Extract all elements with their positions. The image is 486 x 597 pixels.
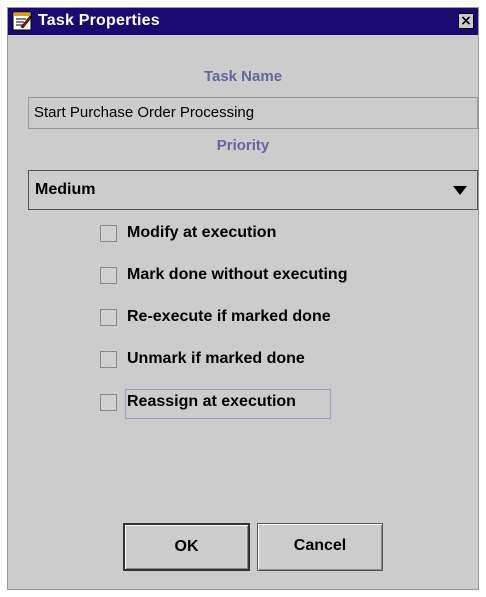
mark-done-without-executing-checkbox[interactable] bbox=[100, 267, 117, 284]
focus-indicator bbox=[125, 389, 331, 419]
task-name-label: Task Name bbox=[203, 68, 283, 85]
unmark-if-marked-done-checkbox[interactable] bbox=[100, 351, 117, 368]
modify-at-execution-label: Modify at execution bbox=[127, 224, 277, 241]
window-title: Task Properties bbox=[38, 12, 160, 29]
option-modify-at-execution[interactable]: Modify at execution bbox=[100, 222, 320, 248]
option-unmark-if-marked-done[interactable]: Unmark if marked done bbox=[100, 348, 360, 374]
ok-button[interactable]: OK bbox=[123, 523, 250, 571]
unmark-if-marked-done-label: Unmark if marked done bbox=[127, 350, 305, 367]
modify-at-execution-checkbox[interactable] bbox=[100, 225, 117, 242]
reassign-at-execution-checkbox[interactable] bbox=[100, 394, 117, 411]
chevron-down-icon[interactable] bbox=[453, 186, 467, 195]
task-name-field[interactable]: Start Purchase Order Processing bbox=[28, 97, 478, 129]
close-button[interactable]: × bbox=[458, 13, 474, 29]
re-execute-if-marked-done-checkbox[interactable] bbox=[100, 309, 117, 326]
priority-selected-value: Medium bbox=[35, 181, 96, 198]
mark-done-without-executing-label: Mark done without executing bbox=[127, 266, 348, 283]
priority-label: Priority bbox=[216, 137, 270, 154]
option-re-execute-if-marked-done[interactable]: Re-execute if marked done bbox=[100, 306, 390, 332]
task-properties-icon bbox=[12, 11, 32, 31]
re-execute-if-marked-done-label: Re-execute if marked done bbox=[127, 308, 331, 325]
priority-dropdown[interactable]: Medium bbox=[28, 170, 478, 210]
task-properties-dialog: Task Properties × Task Name Start Purcha… bbox=[7, 7, 479, 590]
title-bar[interactable]: Task Properties × bbox=[8, 8, 478, 35]
cancel-button[interactable]: Cancel bbox=[257, 523, 383, 571]
option-mark-done-without-executing[interactable]: Mark done without executing bbox=[100, 264, 400, 290]
